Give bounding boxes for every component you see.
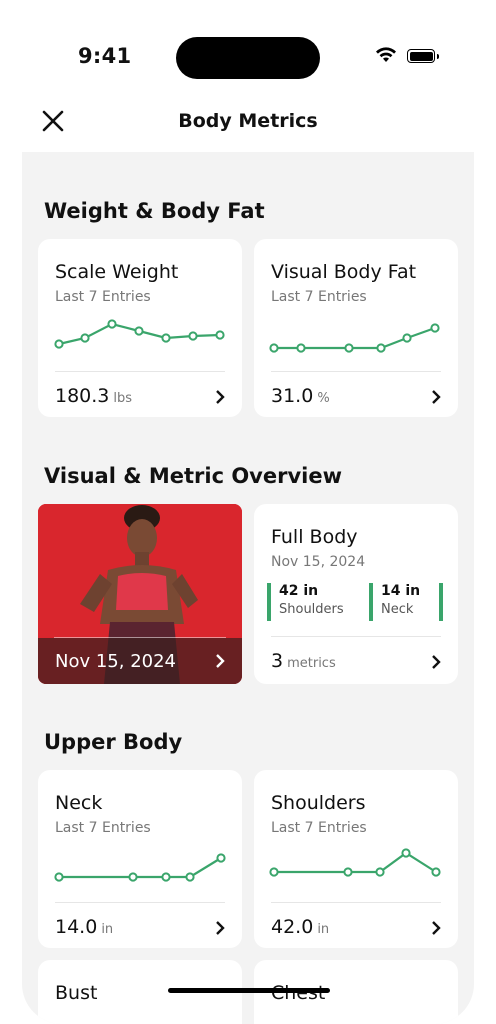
card-title: Chest [271,982,326,1004]
card-subtitle: Last 7 Entries [55,289,151,305]
chevron-right-icon [216,921,225,935]
card-title: Shoulders [271,792,366,814]
section-title-weight: Weight & Body Fat [44,199,265,223]
card-subtitle: Last 7 Entries [55,820,151,836]
battery-icon [407,49,439,63]
measurement-shoulders: 42 in Shoulders [267,583,344,621]
measurement-indicator [439,583,443,621]
card-title: Full Body [271,526,358,548]
card-title: Visual Body Fat [271,261,417,283]
card-value: 42.0 in [271,916,330,938]
card-unit: in [101,922,114,937]
shoulders-sparkline [269,848,441,877]
dynamic-island [176,37,320,79]
shoulders-card[interactable]: Shoulders Last 7 Entries 42.0 in [254,770,458,948]
card-title: Neck [55,792,103,814]
page-title: Body Metrics [178,110,318,132]
card-divider [271,902,441,903]
card-value: 31.0% [271,385,330,407]
metrics-count: 3 metrics [271,650,336,672]
visual-body-fat-card[interactable]: Visual Body Fat Last 7 Entries 31.0% [254,239,458,417]
card-date: Nov 15, 2024 [271,554,366,570]
card-unit: in [317,922,330,937]
card-title: Bust [55,982,98,1004]
chevron-right-icon [216,390,225,404]
nav-bar: Body Metrics [0,100,496,146]
measurement-neck: 14 in Neck [369,583,420,621]
card-subtitle: Last 7 Entries [271,820,367,836]
chevron-right-icon [432,655,441,669]
chevron-right-icon [432,390,441,404]
photo-date: Nov 15, 2024 [55,651,177,672]
card-value: 180.3 lbs [55,385,133,407]
home-indicator[interactable] [168,988,330,993]
weight-sparkline [54,319,225,349]
full-body-card[interactable]: Full Body Nov 15, 2024 42 in Shoulders 1… [254,504,458,684]
body-fat-sparkline [269,323,440,353]
chevron-right-icon [432,921,441,935]
section-title-upper: Upper Body [44,730,183,754]
card-divider [271,371,441,372]
card-divider [55,371,225,372]
card-unit: % [317,391,330,406]
status-time: 9:41 [78,44,132,68]
scale-weight-card[interactable]: Scale Weight Last 7 Entries 180.3 lbs [38,239,242,417]
section-title-overview: Visual & Metric Overview [44,464,342,488]
card-value: 14.0 in [55,916,114,938]
progress-photo-card[interactable]: Nov 15, 2024 [38,504,242,684]
card-divider [55,902,225,903]
metrics-sheet[interactable]: Weight & Body Fat Scale Weight Last 7 En… [22,152,474,1024]
neck-card[interactable]: Neck Last 7 Entries 14.0 in [38,770,242,948]
chevron-right-icon [216,654,225,668]
card-title: Scale Weight [55,261,179,283]
card-subtitle: Last 7 Entries [271,289,367,305]
card-unit: lbs [113,391,133,406]
status-bar: 9:41 [0,0,496,100]
neck-sparkline [54,853,226,882]
card-divider [271,636,441,637]
wifi-icon [376,47,396,62]
